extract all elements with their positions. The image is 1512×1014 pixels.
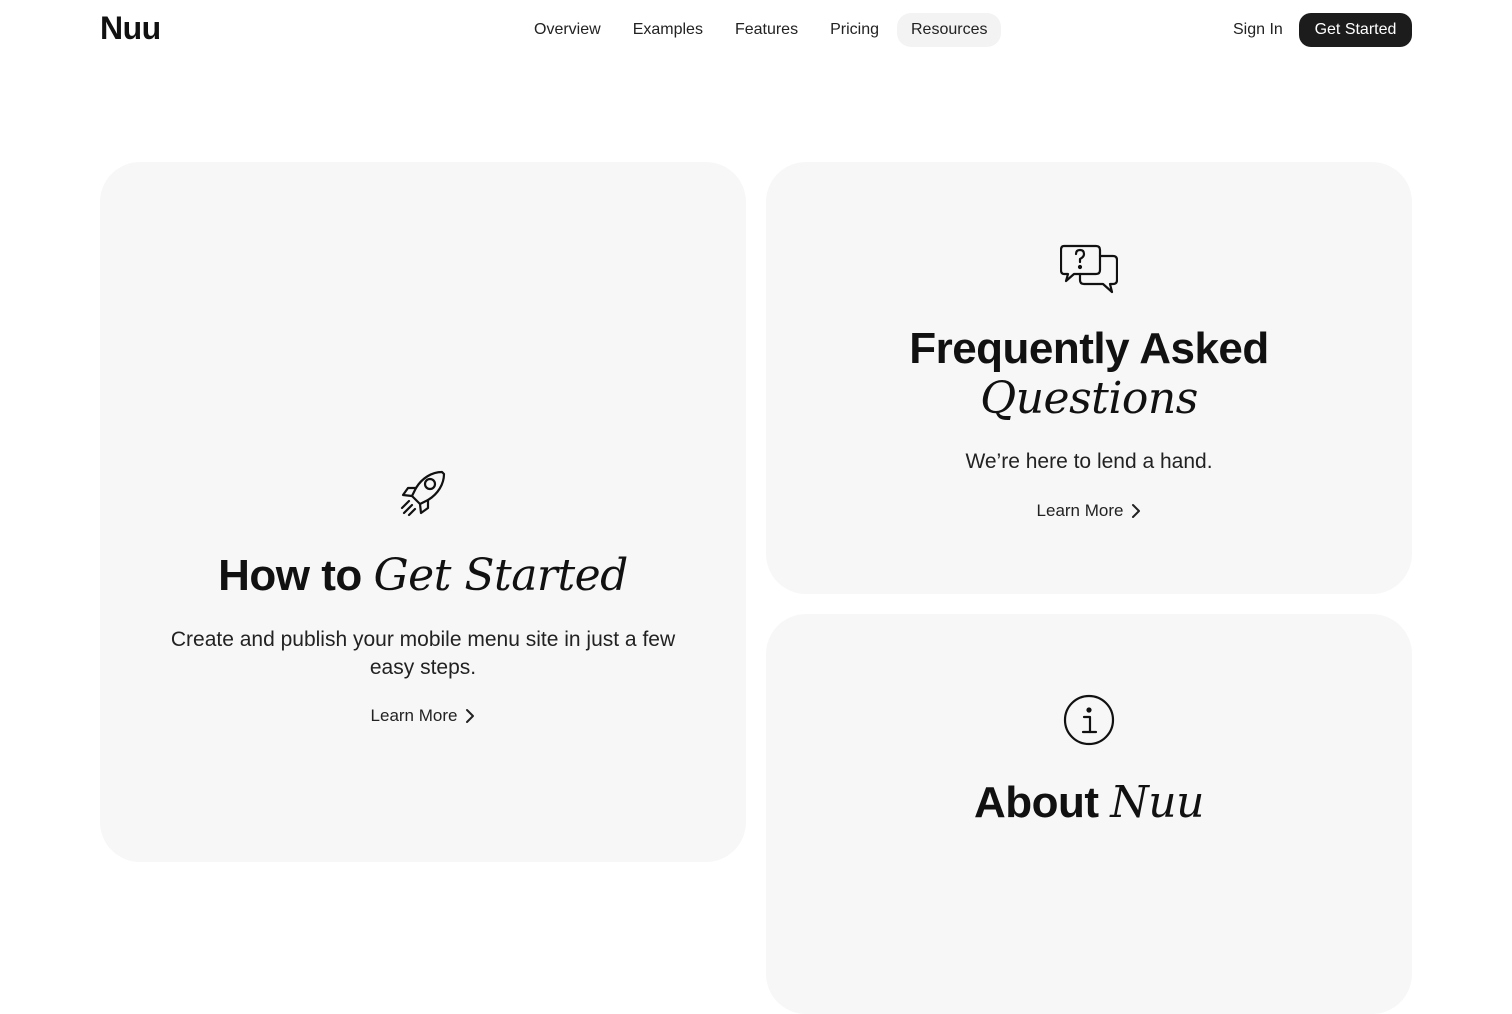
chevron-right-icon xyxy=(1129,503,1141,519)
nav-links: Overview Examples Features Pricing Resou… xyxy=(520,13,1005,47)
nav-link-pricing[interactable]: Pricing xyxy=(816,13,893,47)
get-started-card[interactable]: How to Get Started Create and publish yo… xyxy=(100,162,746,862)
nav-link-overview[interactable]: Overview xyxy=(520,13,615,47)
about-title: About Nuu xyxy=(974,777,1204,828)
nav-link-features[interactable]: Features xyxy=(721,13,812,47)
rocket-icon xyxy=(398,468,448,523)
get-started-button[interactable]: Get Started xyxy=(1299,13,1412,47)
nav-link-resources[interactable]: Resources xyxy=(896,13,1002,47)
faq-learn-more[interactable]: Learn More xyxy=(766,501,1412,521)
get-started-learn-more[interactable]: Learn More xyxy=(100,706,746,726)
top-nav: Nuu Overview Examples Features Pricing R… xyxy=(0,0,1512,60)
logo[interactable]: Nuu xyxy=(100,10,161,47)
faq-card[interactable]: Frequently Asked Questions We’re here to… xyxy=(766,162,1412,594)
learn-more-label: Learn More xyxy=(370,706,458,725)
faq-description: We’re here to lend a hand. xyxy=(965,450,1213,473)
learn-more-label: Learn More xyxy=(1036,501,1124,520)
sign-in-link[interactable]: Sign In xyxy=(1233,13,1283,47)
chat-question-icon xyxy=(1059,244,1119,299)
get-started-description: Create and publish your mobile menu site… xyxy=(170,628,676,679)
chevron-right-icon xyxy=(463,708,475,724)
get-started-title: How to Get Started xyxy=(218,550,628,601)
faq-title: Frequently Asked Questions xyxy=(909,324,1269,424)
info-icon xyxy=(1063,694,1115,751)
about-card[interactable]: About Nuu xyxy=(766,614,1412,1014)
nav-link-examples[interactable]: Examples xyxy=(619,13,717,47)
